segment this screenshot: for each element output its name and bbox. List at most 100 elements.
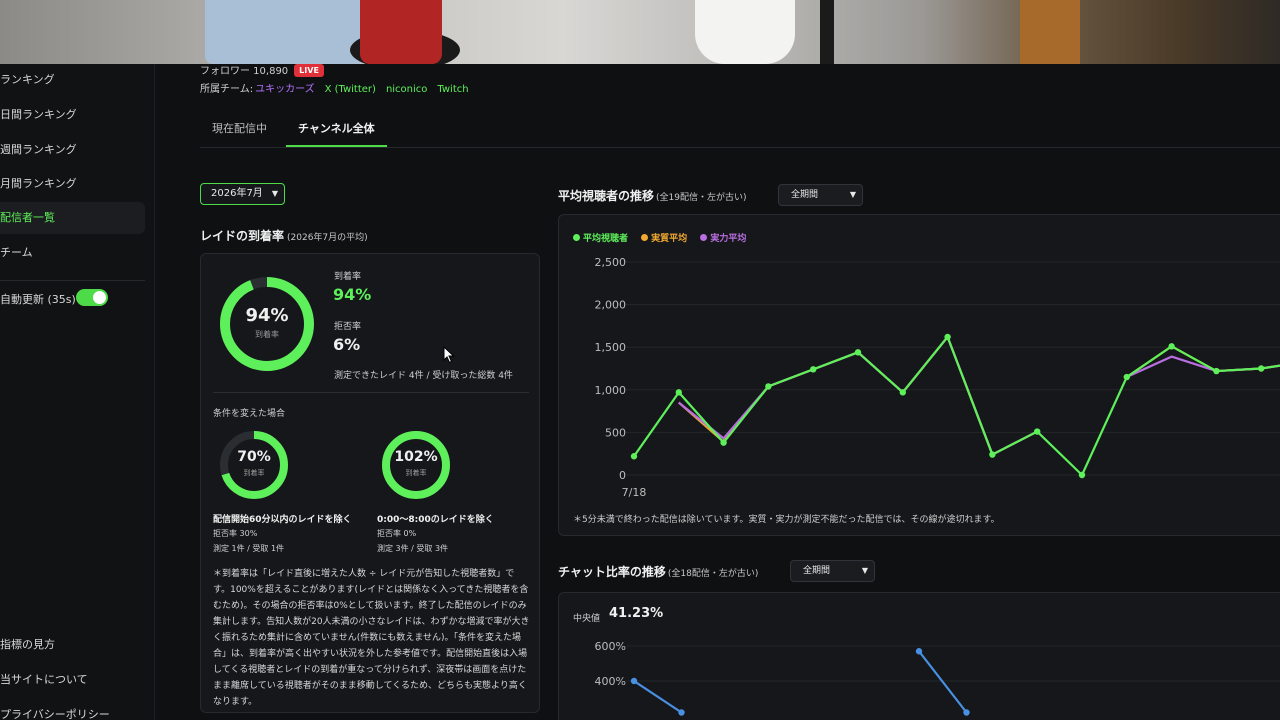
sidebar-item-label: 日間ランキング	[0, 108, 77, 121]
cond-1-measured: 測定 1件 / 受取 1件	[213, 544, 285, 553]
sidebar-item-metrics-guide[interactable]: 指標の見方	[0, 629, 145, 661]
raid-title-text: レイドの到着率	[200, 229, 285, 243]
chevron-down-icon: ▼	[861, 566, 868, 575]
team-line: 所属チーム: ユキッカーズ X (Twitter) niconico Twitch	[200, 82, 469, 98]
arrival-rate-value: 94%	[333, 285, 372, 304]
cond-2-label: 0:00〜8:00のレイドを除く	[377, 515, 494, 525]
ring-sub-label: 到着率	[405, 469, 427, 477]
raid-subtitle: (2026年7月の平均)	[287, 233, 368, 243]
data-point[interactable]	[1213, 367, 1220, 375]
sidebar-item-ranking[interactable]: ランキング	[0, 64, 145, 96]
auto-refresh-toggle[interactable]	[76, 289, 108, 306]
chevron-down-icon: ▼	[271, 189, 278, 198]
month-select[interactable]: 2026年7月 ▼	[200, 183, 285, 205]
follower-line: フォロワー 10,890 LIVE	[200, 64, 324, 82]
avg-period-select[interactable]: 全期間 ▼	[778, 184, 863, 206]
twitter-link[interactable]: X (Twitter)	[325, 84, 376, 95]
chevron-down-icon: ▼	[849, 190, 856, 199]
live-badge: LIVE	[294, 64, 324, 77]
sidebar-item-label: 指標の見方	[0, 638, 55, 651]
reject-rate-label: 拒否率	[334, 322, 362, 332]
avg-viewers-title: 平均視聴者の推移 (全19配信・左が古い)	[558, 187, 747, 207]
ring-sub-label: 到着率	[255, 330, 279, 339]
sidebar-item-about[interactable]: 当サイトについて	[0, 664, 145, 696]
chat-period-select[interactable]: 全期間 ▼	[790, 560, 875, 582]
video-person-shirt	[205, 0, 365, 64]
sidebar-item-label: 週間ランキング	[0, 143, 77, 156]
data-point[interactable]	[1168, 343, 1175, 350]
niconico-link[interactable]: niconico	[386, 84, 427, 95]
y-tick-label: 400%	[595, 675, 626, 688]
chat-period-value: 全期間	[803, 566, 831, 576]
arrival-ring-cond-2: 102% 到着率	[380, 429, 452, 501]
mouse-cursor-icon	[443, 346, 455, 364]
video-jersey	[360, 0, 442, 64]
ring-value: 70%	[237, 449, 271, 465]
stream-video-preview[interactable]	[0, 0, 1280, 64]
cond-2-reject: 拒否率 0%	[377, 529, 417, 538]
team-label: 所属チーム:	[200, 84, 254, 95]
sidebar-item-label: プライバシーポリシー	[0, 708, 110, 720]
sidebar-item-weekly-ranking[interactable]: 週間ランキング	[0, 134, 145, 166]
sidebar-item-team[interactable]: チーム	[0, 237, 145, 269]
data-point[interactable]	[1034, 428, 1041, 435]
sidebar-item-monthly-ranking[interactable]: 月間ランキング	[0, 168, 145, 200]
sidebar-item-daily-ranking[interactable]: 日間ランキング	[0, 99, 145, 131]
tab-bar: 現在配信中 チャンネル全体	[200, 118, 1280, 148]
raid-note: ＊到着率は「レイド直後に増えた人数 ÷ レイド元が告知した視聴者数」です。100…	[213, 569, 530, 707]
y-tick-label: 1,500	[595, 341, 627, 354]
arrival-ring-main: 94% 到着率	[218, 275, 316, 373]
tab-currently-streaming[interactable]: 現在配信中	[212, 118, 267, 147]
data-point[interactable]	[1258, 365, 1265, 372]
sidebar-divider	[0, 280, 145, 281]
avg-viewers-chart[interactable]: 0 500 1,000 1,500 2,000 2,500 7/18	[559, 215, 1280, 537]
x-tick-label: 7/18	[622, 486, 647, 499]
data-point[interactable]	[720, 439, 727, 446]
avg-title-text: 平均視聴者の推移	[558, 189, 655, 203]
ring-value: 102%	[394, 449, 438, 465]
auto-refresh-label: 自動更新 (35s)	[0, 293, 76, 306]
ring-fill	[382, 431, 450, 499]
data-point[interactable]	[915, 648, 923, 655]
toggle-knob	[93, 291, 106, 304]
measured-note: 測定できたレイド 4件 / 受け取った総数 4件	[334, 371, 513, 381]
cond-1-label: 配信開始60分以内のレイドを除く	[213, 515, 352, 525]
twitch-link[interactable]: Twitch	[437, 84, 468, 95]
data-point[interactable]	[810, 366, 817, 373]
data-point[interactable]	[944, 333, 951, 341]
y-tick-label: 600%	[595, 640, 626, 653]
y-tick-label: 500	[605, 426, 626, 439]
data-point[interactable]	[854, 349, 862, 356]
video-stand	[820, 0, 834, 64]
cond-ring-svg	[220, 431, 288, 499]
series-line	[633, 680, 683, 714]
chat-title-text: チャット比率の推移	[558, 565, 666, 579]
data-point[interactable]	[1123, 373, 1130, 381]
data-point[interactable]	[765, 383, 772, 390]
data-point[interactable]	[678, 709, 685, 716]
follower-count: フォロワー 10,890	[200, 66, 289, 77]
y-tick-label: 2,500	[595, 256, 627, 269]
data-point[interactable]	[630, 453, 638, 460]
data-point[interactable]	[1078, 471, 1086, 479]
sidebar-item-privacy[interactable]: プライバシーポリシー	[0, 699, 145, 720]
sidebar-item-label: 配信者一覧	[0, 211, 55, 224]
data-point[interactable]	[675, 389, 682, 396]
avg-period-value: 全期間	[791, 190, 819, 200]
chat-ratio-chart-card: 中央値 41.23% 400% 600%	[558, 592, 1280, 720]
data-point[interactable]	[630, 677, 638, 685]
data-point[interactable]	[989, 451, 996, 458]
team-name-link[interactable]: ユキッカーズ	[255, 84, 315, 95]
data-point[interactable]	[963, 709, 970, 716]
reject-rate-value: 6%	[333, 335, 361, 354]
chat-ratio-chart[interactable]: 400% 600%	[559, 593, 1280, 720]
cond-2-measured: 測定 3件 / 受取 3件	[377, 544, 449, 553]
data-point[interactable]	[899, 389, 906, 396]
sidebar-item-streamer-list[interactable]: 配信者一覧	[0, 202, 145, 234]
tab-channel-overall[interactable]: チャンネル全体	[286, 118, 387, 147]
month-select-value: 2026年7月	[211, 188, 263, 199]
y-tick-label: 2,000	[595, 299, 627, 312]
conditions-title: 条件を変えた場合	[213, 409, 286, 419]
sidebar-item-label: 当サイトについて	[0, 673, 88, 686]
raid-arrival-card: 94% 到着率 到着率 94% 拒否率 6% 測定できたレイド 4件 / 受け取…	[200, 253, 540, 713]
